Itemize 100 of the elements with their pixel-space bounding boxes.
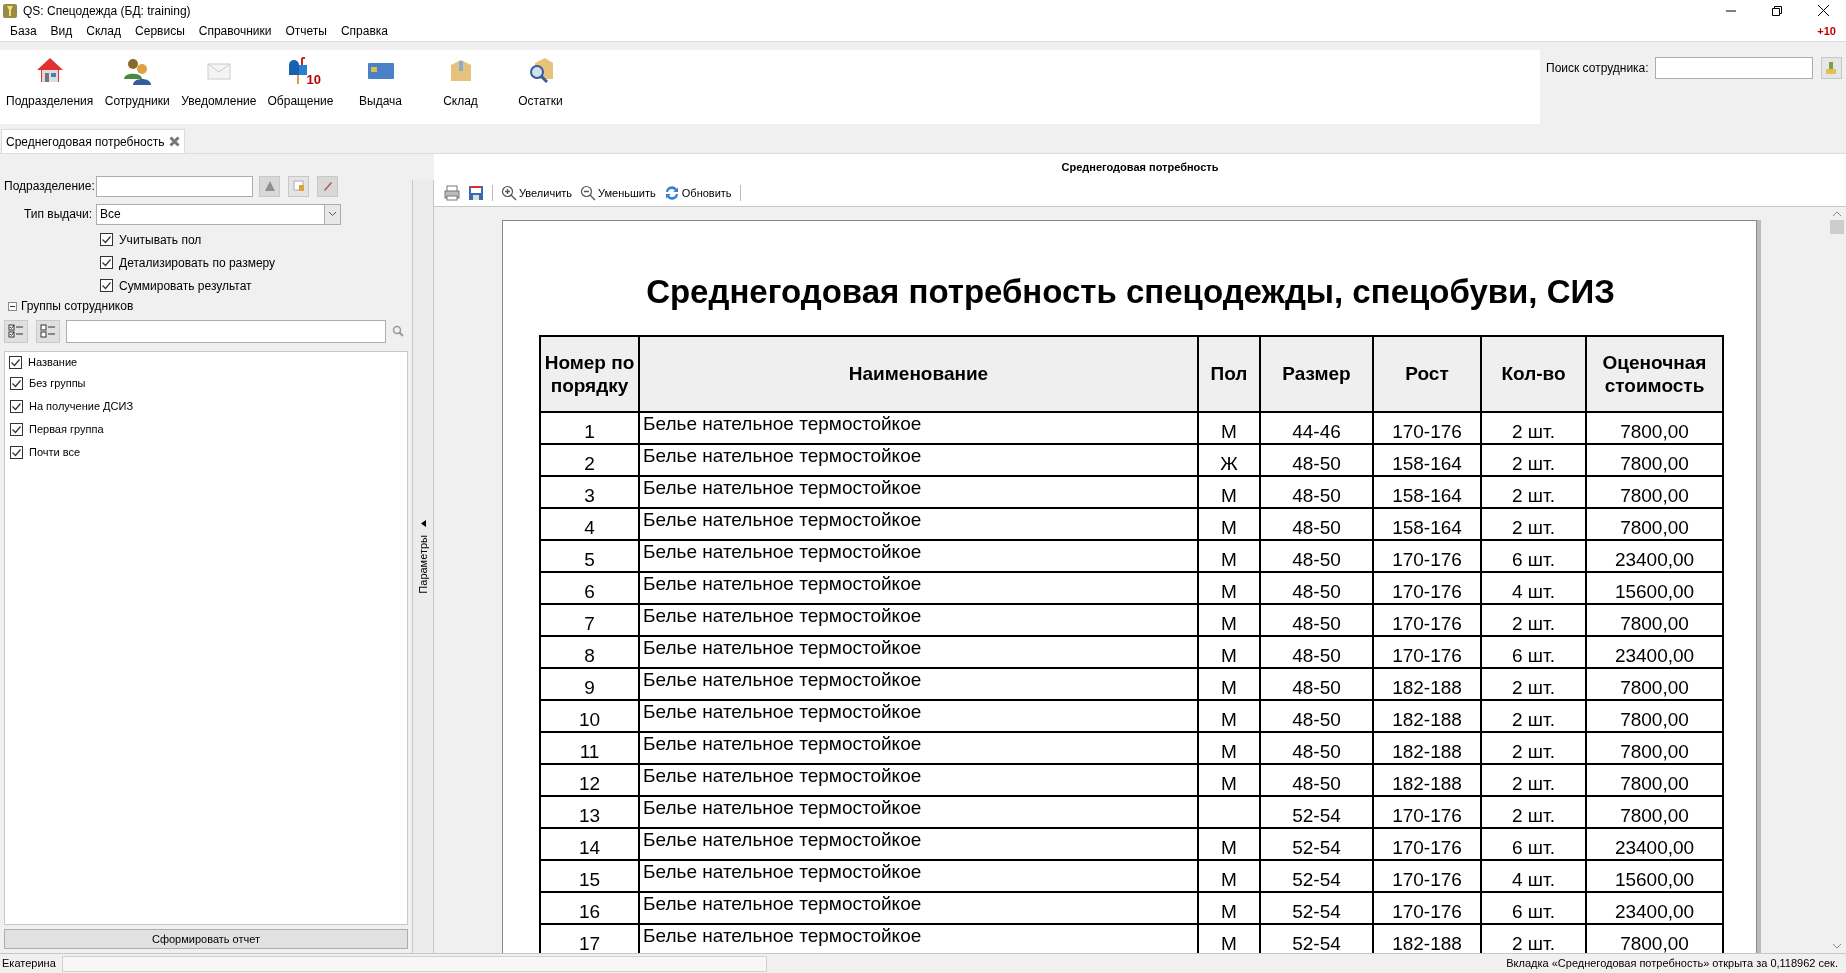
search-button[interactable] — [1820, 57, 1842, 79]
scroll-down-icon — [1833, 944, 1841, 949]
table-cell: 52-54 — [1260, 891, 1373, 924]
menu-item[interactable]: Справка — [333, 22, 396, 40]
table-cell: 4 шт. — [1481, 571, 1586, 604]
table-cell: М — [1198, 507, 1260, 540]
list-item[interactable]: Почти все — [29, 444, 81, 461]
table-cell: Белье нательное термостойкое — [639, 763, 1198, 796]
table-cell: 182-188 — [1373, 763, 1481, 796]
zoom-out-button[interactable]: Уменьшить — [578, 183, 658, 203]
table-cell: М — [1198, 827, 1260, 860]
list-item[interactable]: На получение ДСИЗ — [29, 398, 134, 415]
restore-icon — [1772, 5, 1782, 16]
table-cell: М — [1198, 475, 1260, 508]
list-item[interactable]: Без группы — [29, 375, 86, 392]
menu-item[interactable]: Вид — [43, 22, 80, 40]
checkbox-label[interactable]: Учитывать пол — [119, 230, 202, 249]
table-cell: 170-176 — [1373, 571, 1481, 604]
table-cell: 48-50 — [1260, 571, 1373, 604]
save-button[interactable] — [466, 183, 486, 203]
group-filter-field[interactable] — [66, 319, 386, 343]
menu-item[interactable]: Склад — [79, 22, 129, 40]
checkbox[interactable] — [10, 377, 23, 390]
collapse-left-icon — [420, 520, 426, 527]
table-cell: 7800,00 — [1586, 699, 1723, 732]
unchecked-list-icon — [40, 323, 56, 339]
checkbox[interactable] — [9, 355, 22, 369]
table-cell: 7 — [540, 603, 639, 636]
collapse-icon[interactable] — [8, 301, 17, 311]
toolbar-button[interactable]: Уведомление — [177, 52, 261, 110]
zoom-in-button[interactable]: Увеличить — [499, 183, 575, 203]
table-cell: 52-54 — [1260, 859, 1373, 892]
search-label: Поиск сотрудника: — [1546, 60, 1649, 77]
search-field[interactable] — [1654, 57, 1813, 79]
table-cell: 170-176 — [1373, 411, 1481, 444]
chevron-down-icon — [328, 211, 337, 217]
table-cell: Белье нательное термостойкое — [639, 539, 1198, 572]
table-cell: 6 шт. — [1481, 635, 1586, 668]
table-cell: 10 — [540, 699, 639, 732]
print-icon — [444, 185, 460, 201]
parameters-splitter[interactable]: Параметры — [412, 180, 434, 953]
table-cell: М — [1198, 667, 1260, 700]
table-cell: Белье нательное термостойкое — [639, 475, 1198, 508]
uncheck-all-button[interactable] — [36, 319, 60, 343]
column-header: Наименование — [639, 335, 1198, 412]
check-all-button[interactable] — [4, 319, 28, 343]
table-cell: Белье нательное термостойкое — [639, 571, 1198, 604]
toolbar-button[interactable]: 10 Обращение — [260, 52, 341, 110]
list-item[interactable]: Первая группа — [29, 421, 104, 438]
table-cell: Белье нательное термостойкое — [639, 443, 1198, 476]
menu-item[interactable]: Справочники — [191, 22, 279, 40]
toolbar-button[interactable]: Подразделения — [2, 52, 98, 110]
checkbox-label[interactable]: Детализировать по размеру — [119, 253, 276, 272]
checkbox[interactable] — [10, 423, 23, 436]
column-header[interactable]: Название — [28, 353, 78, 371]
menu-item[interactable]: Сервисы — [128, 22, 192, 40]
menu-item[interactable]: Отчеты — [278, 22, 334, 40]
table-cell: 48-50 — [1260, 603, 1373, 636]
table-cell: 158-164 — [1373, 507, 1481, 540]
table-cell: 44-46 — [1260, 411, 1373, 444]
unit-field[interactable] — [96, 175, 253, 197]
toolbar-button[interactable]: Склад — [420, 52, 501, 110]
toolbar-button[interactable]: Остатки — [500, 52, 581, 110]
table-cell: М — [1198, 699, 1260, 732]
scroll-thumb[interactable] — [1830, 220, 1844, 234]
close-icon[interactable] — [168, 136, 180, 147]
print-button[interactable] — [442, 183, 462, 203]
notification-count[interactable]: +10 — [1817, 22, 1836, 40]
checkbox[interactable] — [10, 446, 23, 459]
checkbox[interactable] — [10, 400, 23, 413]
edit-button[interactable] — [317, 175, 338, 197]
count-text: 10 — [306, 70, 321, 89]
checkbox-label[interactable]: Суммировать результат — [119, 276, 252, 295]
checkbox[interactable] — [100, 279, 113, 292]
issue-type-dropdown[interactable]: Все — [96, 203, 341, 225]
table-cell: 170-176 — [1373, 635, 1481, 668]
table-cell: 6 шт. — [1481, 827, 1586, 860]
menu-item[interactable]: База — [3, 22, 44, 40]
table-cell: Белье нательное термостойкое — [639, 699, 1198, 732]
table-cell: 13 — [540, 795, 639, 828]
table-cell: 52-54 — [1260, 795, 1373, 828]
broom-icon — [1824, 61, 1839, 75]
table-cell: Белье нательное термостойкое — [639, 411, 1198, 444]
table-cell: 48-50 — [1260, 731, 1373, 764]
tab[interactable]: Среднегодовая потребность — [1, 129, 185, 153]
column-header: Кол-во — [1481, 335, 1586, 412]
save-icon — [468, 185, 484, 201]
generate-report-button[interactable]: Сформировать отчет — [4, 929, 408, 949]
checkbox[interactable] — [100, 256, 113, 269]
table-cell: 9 — [540, 667, 639, 700]
tree-button[interactable] — [259, 175, 280, 197]
table-cell: М — [1198, 731, 1260, 764]
checkbox[interactable] — [100, 233, 113, 246]
table-cell: 48-50 — [1260, 699, 1373, 732]
toolbar-button[interactable]: Выдача — [340, 52, 421, 110]
table-cell: 2 шт. — [1481, 507, 1586, 540]
table-cell: М — [1198, 571, 1260, 604]
toolbar-button[interactable]: Сотрудники — [97, 52, 178, 110]
table-cell: Белье нательное термостойкое — [639, 827, 1198, 860]
refresh-button[interactable]: Обновить — [661, 183, 734, 203]
